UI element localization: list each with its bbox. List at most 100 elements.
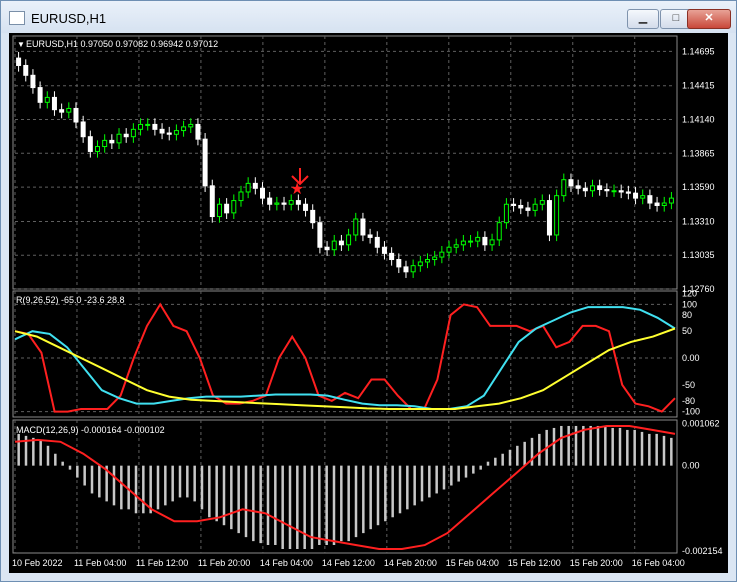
candle-body bbox=[16, 57, 22, 66]
candle-body bbox=[482, 236, 488, 246]
time-tick-label: 15 Feb 04:00 bbox=[446, 558, 499, 568]
candle-body bbox=[396, 259, 402, 268]
price-pane-title: EURUSD,H1 0.97050 0.97082 0.96942 0.9701… bbox=[26, 39, 218, 49]
candle-body bbox=[274, 202, 280, 205]
candle-body bbox=[511, 203, 517, 206]
price-pane-collapse-icon[interactable]: ▼ bbox=[17, 40, 25, 49]
candle-body bbox=[568, 179, 574, 187]
candle-body bbox=[216, 203, 222, 218]
candle-body bbox=[381, 246, 387, 254]
candle-body bbox=[123, 133, 129, 138]
candle-body bbox=[138, 123, 144, 130]
candle-body bbox=[87, 136, 93, 152]
candle-body bbox=[80, 121, 86, 138]
price-tick-label: 1.14140 bbox=[682, 115, 715, 125]
candle-body bbox=[303, 203, 309, 211]
candle-body bbox=[582, 187, 588, 192]
candle-body bbox=[446, 246, 452, 253]
r-tick-label: 50 bbox=[682, 326, 692, 336]
candle-body bbox=[310, 209, 316, 224]
candle-body bbox=[288, 200, 294, 205]
time-tick-label: 15 Feb 20:00 bbox=[570, 558, 623, 568]
candle-body bbox=[453, 244, 459, 248]
candle-body bbox=[23, 64, 29, 76]
close-button[interactable]: ✕ bbox=[687, 9, 731, 29]
candle-body bbox=[475, 236, 481, 242]
macd-pane-title: MACD(12,26,9) -0.000164 -0.000102 bbox=[16, 425, 165, 435]
candle-body bbox=[267, 197, 273, 205]
candle-body bbox=[338, 240, 344, 246]
candle-body bbox=[518, 204, 524, 209]
candle-body bbox=[252, 182, 258, 189]
candle-body bbox=[633, 192, 639, 199]
candle-body bbox=[224, 203, 230, 214]
candle-body bbox=[281, 202, 287, 205]
candle-body bbox=[360, 218, 366, 236]
candle-body bbox=[73, 107, 79, 123]
candle-body bbox=[346, 234, 352, 246]
macd-tick-label: 0.00 bbox=[682, 461, 700, 471]
candle-body bbox=[44, 96, 50, 103]
candle-body bbox=[51, 96, 57, 111]
candle-body bbox=[260, 187, 265, 199]
chart-area[interactable]: 1.14695 1.14415 1.14140 1.13865 1.13590 1.133… bbox=[9, 33, 728, 573]
candle-body bbox=[389, 252, 395, 261]
r-pane-title: R(9,26,52) -65.0 -23.6 28.8 bbox=[16, 295, 125, 305]
candle-body bbox=[109, 139, 115, 144]
candle-body bbox=[468, 240, 474, 243]
candle-body bbox=[546, 200, 552, 236]
candle-body bbox=[195, 123, 201, 140]
chart-canvas[interactable]: 1.14695 1.14415 1.14140 1.13865 1.13590 1.133… bbox=[9, 33, 728, 573]
candle-body bbox=[403, 266, 409, 273]
candle-body bbox=[417, 261, 423, 267]
signal-star-icon[interactable]: ★ bbox=[290, 181, 304, 198]
candle-body bbox=[496, 222, 502, 241]
window-title: EURUSD,H1 bbox=[31, 11, 107, 26]
candle-body bbox=[367, 234, 373, 238]
candle-body bbox=[532, 203, 538, 211]
candle-body bbox=[317, 222, 323, 248]
minimize-button[interactable]: ▁ bbox=[627, 9, 659, 29]
candle-body bbox=[181, 126, 187, 132]
chart-window[interactable]: EURUSD,H1 ▁ □ ✕ 1.14695 1.14415 1.14140 1.1… bbox=[0, 0, 737, 582]
candle-body bbox=[460, 240, 466, 246]
candle-body bbox=[152, 123, 158, 130]
candle-body bbox=[647, 195, 653, 204]
time-tick-label: 15 Feb 12:00 bbox=[508, 558, 561, 568]
r-tick-label: -80 bbox=[682, 396, 695, 406]
time-tick-label: 14 Feb 04:00 bbox=[260, 558, 313, 568]
macd-tick-label: -0.002154 bbox=[682, 546, 723, 556]
window-titlebar[interactable]: EURUSD,H1 ▁ □ ✕ bbox=[1, 1, 736, 33]
candle-body bbox=[611, 190, 617, 193]
time-tick-label: 11 Feb 04:00 bbox=[74, 558, 126, 568]
candle-body bbox=[173, 130, 179, 135]
candle-body bbox=[432, 256, 438, 261]
r-tick-label: 120 bbox=[682, 289, 697, 299]
candle-body bbox=[597, 185, 603, 191]
candle-body bbox=[66, 107, 72, 113]
candle-body bbox=[668, 197, 674, 204]
candle-body bbox=[331, 240, 337, 251]
candle-body bbox=[604, 189, 610, 192]
candle-body bbox=[37, 87, 43, 103]
candle-body bbox=[209, 185, 215, 218]
candle-body bbox=[625, 191, 631, 194]
candle-body bbox=[575, 185, 581, 189]
price-tick-label: 1.14415 bbox=[682, 81, 715, 91]
candle-body bbox=[525, 207, 531, 211]
candle-body bbox=[353, 218, 359, 236]
candle-body bbox=[231, 200, 237, 214]
candle-body bbox=[618, 190, 624, 193]
candle-body bbox=[590, 185, 595, 192]
r-tick-label: -100 bbox=[682, 407, 700, 417]
candle-body bbox=[116, 133, 122, 144]
candle-body bbox=[59, 109, 65, 113]
candle-body bbox=[654, 202, 660, 206]
candle-body bbox=[374, 236, 380, 248]
candle-body bbox=[95, 146, 100, 152]
candle-body bbox=[439, 251, 445, 258]
candle-body bbox=[640, 195, 646, 199]
candle-body bbox=[159, 128, 165, 134]
macd-tick-label: 0.001062 bbox=[682, 418, 720, 428]
time-tick-label: 11 Feb 12:00 bbox=[136, 558, 188, 568]
